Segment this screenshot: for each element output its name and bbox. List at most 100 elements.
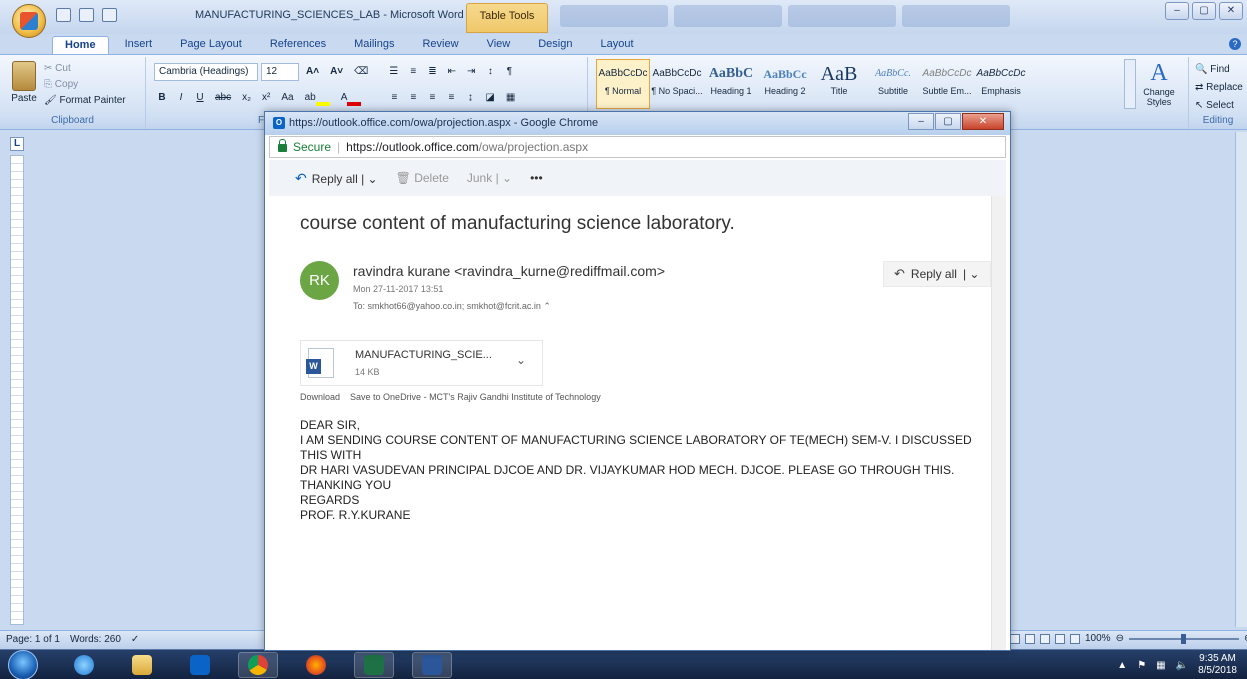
tab-review[interactable]: Review	[410, 36, 470, 54]
style-heading-2[interactable]: AaBbCc Heading 2	[758, 59, 812, 109]
highlight-color-icon[interactable]: ab	[301, 89, 334, 107]
line-spacing-icon[interactable]: ↨	[462, 89, 478, 107]
tab-references[interactable]: References	[258, 36, 338, 54]
styles-gallery-scroll[interactable]	[1124, 59, 1136, 109]
full-screen-view-icon[interactable]	[1025, 633, 1035, 644]
decrease-indent-icon[interactable]: ⇤	[444, 63, 460, 81]
background-tab[interactable]	[560, 5, 668, 27]
replace-button[interactable]: ⇄ Replace	[1195, 79, 1243, 97]
background-tab[interactable]	[788, 5, 896, 27]
style-title[interactable]: AaB Title	[812, 59, 866, 109]
undo-icon[interactable]	[79, 8, 94, 22]
superscript-button[interactable]: x²	[258, 89, 274, 107]
office-button[interactable]	[12, 4, 46, 38]
copy-button[interactable]: ⎘ Copy	[44, 77, 126, 93]
chrome-icon[interactable]	[238, 652, 278, 678]
subscript-button[interactable]: x₂	[238, 89, 255, 107]
address-bar[interactable]: Secure | https://outlook.office.com /owa…	[269, 136, 1006, 158]
underline-button[interactable]: U	[192, 89, 208, 107]
style-heading-1[interactable]: AaBbC Heading 1	[704, 59, 758, 109]
align-center-icon[interactable]: ≡	[405, 89, 421, 107]
numbering-icon[interactable]: ≡	[405, 63, 421, 81]
tab-layout[interactable]: Layout	[588, 36, 645, 54]
change-styles-button[interactable]: A Change Styles	[1138, 59, 1180, 107]
redo-icon[interactable]	[102, 8, 117, 22]
increase-indent-icon[interactable]: ⇥	[463, 63, 479, 81]
tray-expand-icon[interactable]: ▲	[1117, 660, 1127, 671]
draft-view-icon[interactable]	[1070, 633, 1080, 644]
tab-design[interactable]: Design	[526, 36, 584, 54]
background-tab[interactable]	[674, 5, 782, 27]
sort-icon[interactable]: ↕	[482, 63, 498, 81]
close-button[interactable]: ✕	[1219, 2, 1243, 20]
ie-icon[interactable]	[64, 652, 104, 678]
format-painter-button[interactable]: 🖌 Format Painter	[44, 93, 126, 109]
style-no-spacing[interactable]: AaBbCcDc ¶ No Spaci...	[650, 59, 704, 109]
attachment-menu-chevron-icon[interactable]: ⌄	[516, 353, 526, 367]
show-marks-icon[interactable]: ¶	[501, 63, 517, 81]
more-actions-button[interactable]: •••	[530, 171, 543, 185]
sender-avatar[interactable]: RK	[300, 261, 339, 300]
bullets-icon[interactable]: ☰	[385, 63, 402, 81]
justify-icon[interactable]: ≡	[443, 89, 459, 107]
tab-insert[interactable]: Insert	[113, 36, 165, 54]
align-right-icon[interactable]: ≡	[424, 89, 440, 107]
volume-icon[interactable]: 🔈	[1176, 660, 1188, 671]
save-icon[interactable]	[56, 8, 71, 22]
tab-home[interactable]: Home	[52, 36, 109, 54]
grow-font-button[interactable]: A˄	[302, 63, 323, 81]
clear-format-icon[interactable]: ⌫	[350, 63, 372, 81]
network-icon[interactable]: ▦	[1156, 660, 1165, 671]
word-count[interactable]: Words: 260	[70, 634, 121, 645]
font-name-combo[interactable]: Cambria (Headings)	[154, 63, 258, 81]
start-button[interactable]	[8, 650, 38, 679]
cut-button[interactable]: ✂ Cut	[44, 61, 126, 77]
action-center-flag-icon[interactable]: ⚑	[1137, 660, 1146, 671]
align-left-icon[interactable]: ≡	[386, 89, 402, 107]
style-subtitle[interactable]: AaBbCc. Subtitle	[866, 59, 920, 109]
tab-mailings[interactable]: Mailings	[342, 36, 406, 54]
zoom-out-icon[interactable]: ⊖	[1116, 633, 1124, 644]
word-vertical-scrollbar[interactable]	[1235, 132, 1247, 627]
find-button[interactable]: 🔍 Find	[1195, 61, 1243, 79]
paste-button[interactable]: Paste	[8, 61, 40, 104]
close-button[interactable]: ✕	[962, 113, 1004, 130]
style-normal[interactable]: AaBbCcDc ¶ Normal	[596, 59, 650, 109]
help-icon[interactable]: ?	[1229, 38, 1241, 50]
minimize-button[interactable]: –	[1165, 2, 1189, 20]
background-tab[interactable]	[902, 5, 1010, 27]
reading-pane-scrollbar[interactable]	[991, 196, 1006, 650]
zoom-slider[interactable]	[1128, 633, 1239, 644]
outline-view-icon[interactable]	[1055, 633, 1065, 644]
maximize-button[interactable]: ▢	[1192, 2, 1216, 20]
shading-icon[interactable]: ◪	[481, 89, 498, 107]
word-icon[interactable]	[412, 652, 452, 678]
tab-page-layout[interactable]: Page Layout	[168, 36, 254, 54]
delete-button[interactable]: 🗑 Delete	[396, 171, 449, 185]
borders-icon[interactable]: ▦	[502, 89, 519, 107]
reply-all-button[interactable]: ↶ Reply all | ⌄	[883, 261, 991, 287]
font-color-icon[interactable]: A	[337, 89, 366, 107]
select-button[interactable]: ↖ Select	[1195, 97, 1243, 115]
font-size-combo[interactable]: 12	[261, 63, 299, 81]
style-subtle-emphasis[interactable]: AaBbCcDc Subtle Em...	[920, 59, 974, 109]
style-emphasis[interactable]: AaBbCcDc Emphasis	[974, 59, 1028, 109]
explorer-icon[interactable]	[122, 652, 162, 678]
bold-button[interactable]: B	[154, 89, 170, 107]
expand-recipients-icon[interactable]: ⌃	[543, 301, 551, 311]
web-layout-view-icon[interactable]	[1040, 633, 1050, 644]
download-link[interactable]: Download	[300, 392, 340, 402]
excel-icon[interactable]	[354, 652, 394, 678]
maximize-button[interactable]: ▢	[935, 113, 961, 130]
zoom-level[interactable]: 100%	[1085, 633, 1111, 644]
reply-options-chevron-icon[interactable]: | ⌄	[963, 267, 980, 281]
print-layout-view-icon[interactable]	[1010, 633, 1020, 644]
italic-button[interactable]: I	[173, 89, 189, 107]
sender-name[interactable]: ravindra kurane <ravindra_kurne@rediffma…	[353, 263, 665, 279]
outlook-icon[interactable]	[180, 652, 220, 678]
firefox-icon[interactable]	[296, 652, 336, 678]
change-case-button[interactable]: Aa	[277, 89, 297, 107]
tab-view[interactable]: View	[475, 36, 523, 54]
ruler-toggle[interactable]: L	[10, 137, 24, 151]
minimize-button[interactable]: –	[908, 113, 934, 130]
